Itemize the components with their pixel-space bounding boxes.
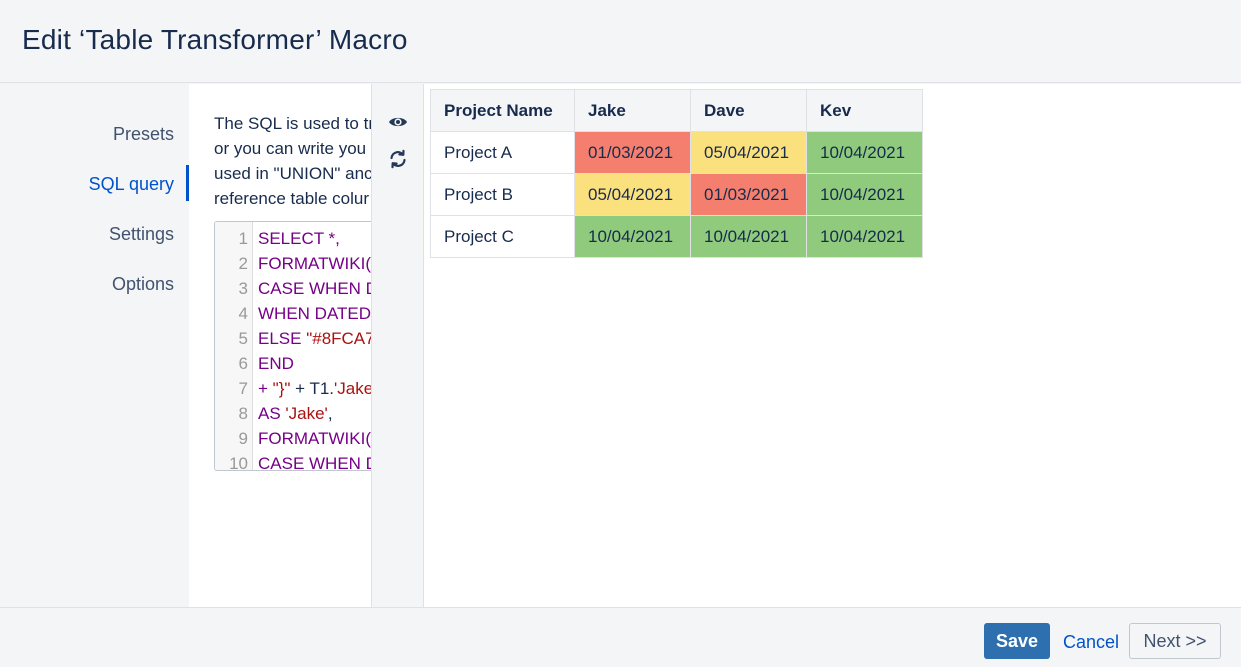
code-text: AS 'Jake', <box>258 401 333 426</box>
code-token: WHEN DATEDI <box>258 304 371 323</box>
sidebar-item-sql-query[interactable]: SQL query <box>89 174 174 195</box>
sidebar: Presets SQL query Settings Options <box>0 84 189 607</box>
line-number: 1 <box>215 226 248 251</box>
code-token: FORMATWIKI( <box>258 254 371 273</box>
editor-toolbar <box>371 84 424 607</box>
line-number: 6 <box>215 351 248 376</box>
project-name-cell: Project B <box>431 174 575 216</box>
code-token: ELSE <box>258 329 306 348</box>
line-number: 10 <box>215 451 248 471</box>
eye-icon[interactable] <box>387 111 409 133</box>
column-header: Dave <box>691 90 807 132</box>
column-header: Jake <box>575 90 691 132</box>
table-preview: Project Name Jake Dave Kev Project A01/0… <box>424 84 1241 607</box>
code-token: AS <box>258 404 285 423</box>
project-name-cell: Project A <box>431 132 575 174</box>
code-token: END <box>258 354 294 373</box>
code-text: FORMATWIKI(" <box>258 426 371 451</box>
sql-description: The SQL is used to tr or you can write y… <box>214 111 371 211</box>
code-token: 'Jake <box>334 379 371 398</box>
code-token: , <box>328 404 333 423</box>
cancel-button[interactable]: Cancel <box>1063 632 1119 653</box>
dialog-title: Edit ‘Table Transformer’ Macro <box>22 24 408 56</box>
code-text: FORMATWIKI(" <box>258 251 371 276</box>
code-token: FORMATWIKI( <box>258 429 371 448</box>
table-row: Project A01/03/202105/04/202110/04/2021 <box>431 132 923 174</box>
table-row: Project B05/04/202101/03/202110/04/2021 <box>431 174 923 216</box>
code-text: END <box>258 351 294 376</box>
code-token: "#8FCA7D <box>306 329 371 348</box>
sidebar-item-presets[interactable]: Presets <box>113 124 174 145</box>
dialog-footer: Save Cancel Next >> <box>0 607 1241 667</box>
date-cell: 10/04/2021 <box>691 216 807 258</box>
date-cell: 10/04/2021 <box>807 132 923 174</box>
code-token: + <box>258 379 273 398</box>
description-line: or you can write you <box>214 136 371 161</box>
line-number: 9 <box>215 426 248 451</box>
table-row: Project C10/04/202110/04/202110/04/2021 <box>431 216 923 258</box>
description-line: reference table colur <box>214 186 371 211</box>
save-button[interactable]: Save <box>984 623 1050 659</box>
line-number: 7 <box>215 376 248 401</box>
line-number: 5 <box>215 326 248 351</box>
code-text: WHEN DATEDI <box>258 301 371 326</box>
sidebar-item-settings[interactable]: Settings <box>109 224 174 245</box>
code-text: + "}" + T1.'Jake <box>258 376 371 401</box>
next-button[interactable]: Next >> <box>1129 623 1221 659</box>
line-number: 4 <box>215 301 248 326</box>
line-number: 8 <box>215 401 248 426</box>
date-cell: 10/04/2021 <box>807 174 923 216</box>
column-header: Kev <box>807 90 923 132</box>
dialog-header: Edit ‘Table Transformer’ Macro <box>0 0 1241 83</box>
code-text: ELSE "#8FCA7D <box>258 326 371 351</box>
code-text: CASE WHEN DA <box>258 276 371 301</box>
column-header: Project Name <box>431 90 575 132</box>
date-cell: 05/04/2021 <box>691 132 807 174</box>
code-text: CASE WHEN DA <box>258 451 371 471</box>
sql-editor-pane: The SQL is used to tr or you can write y… <box>189 84 371 607</box>
code-token: + T1. <box>290 379 334 398</box>
code-token: 'Jake' <box>285 404 327 423</box>
date-cell: 01/03/2021 <box>575 132 691 174</box>
description-line: The SQL is used to tr <box>214 111 371 136</box>
sidebar-item-options[interactable]: Options <box>112 274 174 295</box>
code-token: "}" <box>273 379 291 398</box>
code-token: CASE WHEN DA <box>258 454 371 471</box>
refresh-icon[interactable] <box>387 148 409 170</box>
sql-code-editor[interactable]: 1 SELECT *, 2 FORMATWIKI(" 3 CASE WHEN DA 4 WHE… <box>214 221 371 471</box>
date-cell: 05/04/2021 <box>575 174 691 216</box>
line-number: 2 <box>215 251 248 276</box>
code-token: CASE WHEN DA <box>258 279 371 298</box>
date-cell: 10/04/2021 <box>575 216 691 258</box>
code-text: SELECT *, <box>258 226 340 251</box>
project-name-cell: Project C <box>431 216 575 258</box>
description-line: used in "UNION" anc <box>214 161 371 186</box>
code-token: SELECT *, <box>258 229 340 248</box>
date-cell: 01/03/2021 <box>691 174 807 216</box>
table-header-row: Project Name Jake Dave Kev <box>431 90 923 132</box>
preview-table: Project Name Jake Dave Kev Project A01/0… <box>430 89 923 258</box>
date-cell: 10/04/2021 <box>807 216 923 258</box>
line-number: 3 <box>215 276 248 301</box>
